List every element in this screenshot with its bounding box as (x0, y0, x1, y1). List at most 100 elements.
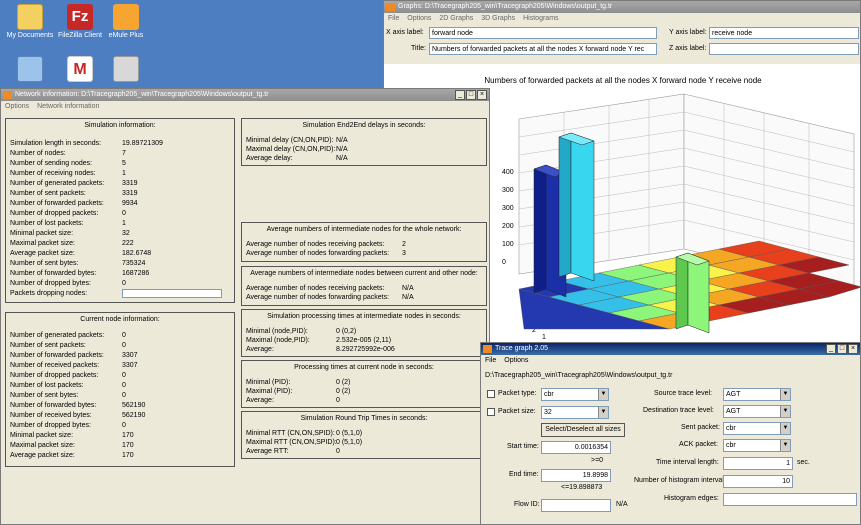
info-row-value: 1687286 (122, 270, 150, 277)
info-row-label: Number of lost packets: (10, 220, 84, 227)
y-axis-label-caption: Y axis label: (669, 29, 707, 36)
desktop-icon-other[interactable] (98, 56, 154, 84)
time-interval-input[interactable]: 1 (723, 457, 793, 470)
info-row-label: Number of generated packets: (10, 332, 105, 339)
processing-intermediate-panel: Simulation processing times at intermedi… (241, 309, 487, 357)
menu-file[interactable]: File (485, 355, 496, 366)
chevron-down-icon: ▼ (780, 423, 790, 434)
packet-type-checkbox[interactable] (487, 390, 495, 398)
start-time-input[interactable]: 0.0016354 (541, 441, 611, 454)
maximize-button[interactable]: □ (466, 90, 476, 100)
info-row-label: Number of dropped bytes: (10, 422, 91, 429)
info-row-label: Maximal (node,PID): (246, 337, 310, 344)
minimize-button[interactable]: _ (455, 90, 465, 100)
menu-3d-graphs[interactable]: 3D Graphs (481, 13, 515, 24)
network-info-window: Network information: D:\Tracegraph205_wi… (0, 88, 490, 525)
source-trace-level-select[interactable]: AGT ▼ (723, 388, 791, 401)
menu-options[interactable]: Options (5, 101, 29, 112)
title-caption: Title: (411, 45, 426, 52)
plot-title: Numbers of forwarded packets at all the … (484, 76, 762, 85)
maximize-button[interactable]: □ (837, 344, 847, 354)
info-row-value: 0 (122, 342, 126, 349)
desktop-icon-label: eMule Plus (108, 32, 144, 39)
close-button[interactable]: × (477, 90, 487, 100)
info-row-label: Number of sent bytes: (10, 392, 79, 399)
info-row-value: 0 (2) (336, 379, 351, 386)
info-row-value: 2.532e-005 (2,11) (336, 337, 392, 344)
network-window-titlebar[interactable]: Network information: D:\Tracegraph205_wi… (1, 89, 489, 101)
info-row-value: 8.292725992e-006 (336, 346, 395, 353)
desktop: My Documents Fz FileZilla Client eMule P… (0, 0, 861, 525)
histogram-intervals-input[interactable]: 10 (723, 475, 793, 488)
info-row-label: Simulation length in seconds: (10, 140, 102, 147)
info-row-label: Number of forwarded bytes: (10, 402, 97, 409)
packet-size-checkbox[interactable] (487, 408, 495, 416)
packet-size-select[interactable]: 32 ▼ (541, 406, 609, 419)
menu-network-information[interactable]: Network information (37, 101, 99, 112)
application-icon (113, 56, 139, 82)
intermediate-current-panel: Average numbers of intermediate nodes be… (241, 266, 487, 306)
info-row-label: Average RTT: (246, 448, 289, 455)
info-row-label: Maximal (PID): (246, 388, 293, 395)
y-axis-label-input[interactable]: receive node (709, 27, 859, 39)
info-row-label: Packets dropping nodes: (10, 290, 88, 297)
info-row-value: 3 (402, 250, 406, 257)
info-row-label: Maximal RTT (CN,ON,SPID): (246, 439, 337, 446)
info-row-label: Minimal packet size: (10, 432, 74, 439)
simulation-info-heading: Simulation information: (84, 122, 156, 129)
desktop-icon-label: My Documents (6, 32, 54, 39)
info-row-value: 0 (122, 422, 126, 429)
menu-file[interactable]: File (388, 13, 399, 24)
menu-options[interactable]: Options (504, 355, 528, 366)
info-row-label: Minimal (node,PID): (246, 328, 308, 335)
bar-cyan-face (570, 132, 595, 282)
packet-type-label: Packet type: (498, 390, 537, 397)
z-axis-label-input[interactable] (709, 43, 859, 55)
info-row-label: Number of sent bytes: (10, 260, 79, 267)
menu-options[interactable]: Options (407, 13, 431, 24)
menu-histograms[interactable]: Histograms (523, 13, 558, 24)
desktop-icon-computer[interactable] (2, 56, 58, 84)
current-node-heading: Current node information: (80, 316, 160, 323)
select-deselect-sizes-button[interactable]: Select/Deselect all sizes (541, 423, 625, 437)
info-row-label: Number of dropped packets: (10, 210, 99, 217)
sent-packet-select[interactable]: cbr ▼ (723, 422, 791, 435)
network-menubar: Options Network information (1, 101, 489, 112)
desktop-icon-my-documents[interactable]: My Documents (2, 4, 58, 39)
info-row-value: 0 (122, 332, 126, 339)
x-axis-label-caption: X axis label: (386, 29, 424, 36)
trace-menubar: File Options (481, 355, 860, 366)
x-axis-label-input[interactable]: forward node (429, 27, 657, 39)
trace-window-titlebar[interactable]: Trace graph 2.05 _ □ × (481, 343, 860, 355)
histogram-edges-input[interactable] (723, 493, 857, 506)
trace-window-title: Trace graph 2.05 (495, 345, 549, 352)
graph-window-titlebar[interactable]: Graphs: D:\Tracegraph205_win\Tracegraph2… (384, 1, 860, 13)
z-tick: 300 (502, 187, 514, 194)
end-time-input[interactable]: 19.8998 (541, 469, 611, 482)
info-row-label: Average delay: (246, 155, 293, 162)
info-row-value: 0 (5,1,0) (336, 430, 363, 437)
info-row-value: 735324 (122, 260, 146, 267)
bar-cyan (558, 132, 572, 278)
minimize-button[interactable]: _ (826, 344, 836, 354)
info-row-value: 0 (5,1,0) (336, 439, 363, 446)
processing-current-panel: Processing times at current node in seco… (241, 360, 487, 408)
title-input[interactable]: Numbers of forwarded packets at all the … (429, 43, 657, 55)
info-row-label: Number of received bytes: (10, 412, 92, 419)
info-row-value: 562190 (122, 402, 146, 409)
info-row-label: Average number of nodes forwarding packe… (246, 294, 390, 301)
desktop-icon-emule[interactable]: eMule Plus (98, 4, 154, 39)
z-tick: 400 (502, 169, 514, 176)
end2end-heading: Simulation End2End delays in seconds: (302, 122, 426, 129)
flow-id-input[interactable] (541, 499, 611, 512)
close-button[interactable]: × (848, 344, 858, 354)
z-axis-label-caption: Z axis label: (669, 45, 707, 52)
destination-trace-level-select[interactable]: AGT ▼ (723, 405, 791, 418)
info-row-value: 170 (122, 432, 134, 439)
end-time-hint: <=19.898873 (561, 484, 603, 491)
menu-2d-graphs[interactable]: 2D Graphs (439, 13, 473, 24)
packet-type-select[interactable]: cbr ▼ (541, 388, 609, 401)
start-time-hint: >=0 (591, 457, 604, 464)
flow-id-label: Flow ID: (514, 501, 540, 508)
ack-packet-select[interactable]: cbr ▼ (723, 439, 791, 452)
